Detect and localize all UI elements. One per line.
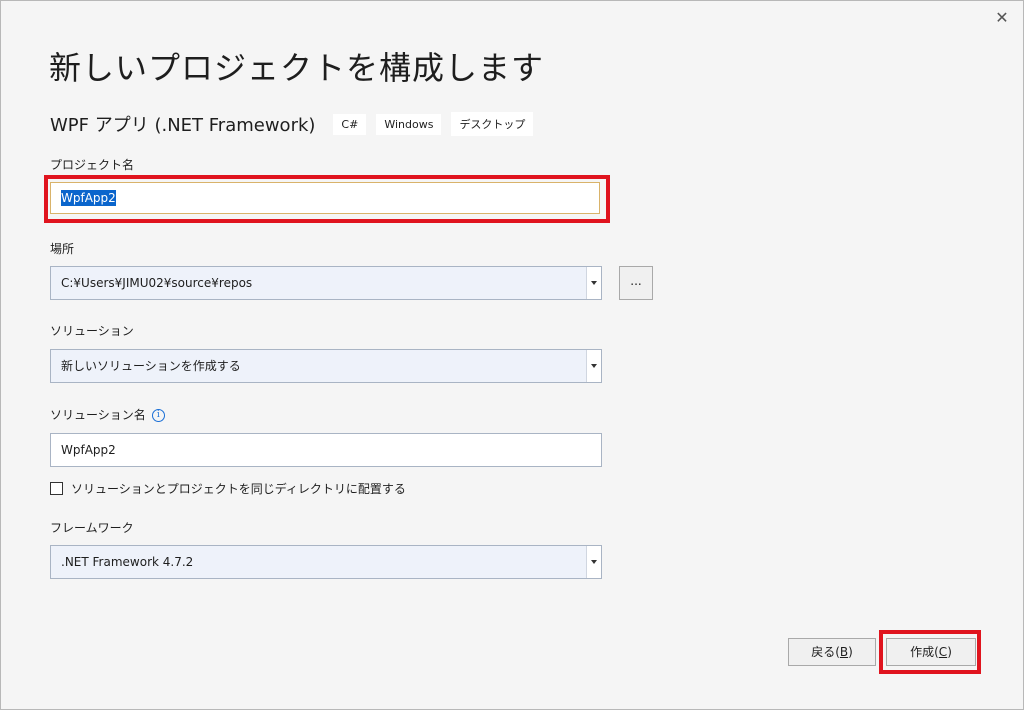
project-name-value: WpfApp2 (61, 190, 116, 206)
info-icon[interactable]: i (151, 409, 165, 422)
tag-project-type: デスクトップ (451, 112, 534, 136)
template-name: WPF アプリ (.NET Framework) (50, 115, 316, 136)
back-button-accesskey: B (839, 645, 849, 659)
same-directory-label: ソリューションとプロジェクトを同じディレクトリに配置する (71, 482, 406, 496)
configure-project-dialog: ✕ 新しいプロジェクトを構成します WPF アプリ (.NET Framewor… (0, 0, 1024, 710)
template-info: WPF アプリ (.NET Framework) C# Windows デスクト… (50, 111, 543, 137)
close-icon[interactable]: ✕ (991, 7, 1013, 29)
solution-combobox[interactable]: 新しいソリューションを作成する (50, 349, 602, 383)
location-combobox[interactable]: C:¥Users¥JIMU02¥source¥repos (50, 266, 602, 300)
tag-platform: Windows (376, 113, 442, 135)
back-button-label-prefix: 戻る( (811, 645, 840, 659)
solution-name-label-row: ソリューション名 i (50, 406, 165, 423)
project-name-input[interactable]: WpfApp2 (50, 182, 600, 214)
chevron-down-icon[interactable] (586, 546, 601, 578)
project-name-label: プロジェクト名 (50, 158, 135, 172)
solution-label: ソリューション (50, 324, 134, 338)
create-button[interactable]: 作成(C) (886, 638, 976, 666)
back-button[interactable]: 戻る(B) (788, 638, 876, 666)
solution-name-input[interactable]: WpfApp2 (50, 433, 602, 467)
chevron-down-icon[interactable] (586, 267, 601, 299)
tag-language: C# (333, 113, 367, 135)
create-button-label-suffix: ) (947, 645, 952, 659)
chevron-down-icon[interactable] (586, 350, 601, 382)
back-button-label-suffix: ) (848, 645, 853, 659)
solution-name-label: ソリューション名 (50, 408, 146, 422)
browse-button[interactable]: ... (619, 266, 653, 300)
solution-value: 新しいソリューションを作成する (61, 359, 241, 373)
solution-name-value: WpfApp2 (61, 443, 116, 457)
same-directory-option[interactable]: ソリューションとプロジェクトを同じディレクトリに配置する (50, 480, 406, 497)
page-title: 新しいプロジェクトを構成します (49, 49, 545, 87)
framework-combobox[interactable]: .NET Framework 4.7.2 (50, 545, 602, 579)
create-button-accesskey: C (938, 645, 948, 659)
framework-value: .NET Framework 4.7.2 (61, 555, 194, 569)
create-button-label-prefix: 作成( (910, 645, 939, 659)
location-label: 場所 (50, 242, 75, 256)
framework-label: フレームワーク (50, 521, 134, 535)
same-directory-checkbox[interactable] (50, 482, 63, 495)
location-value: C:¥Users¥JIMU02¥source¥repos (61, 276, 253, 290)
